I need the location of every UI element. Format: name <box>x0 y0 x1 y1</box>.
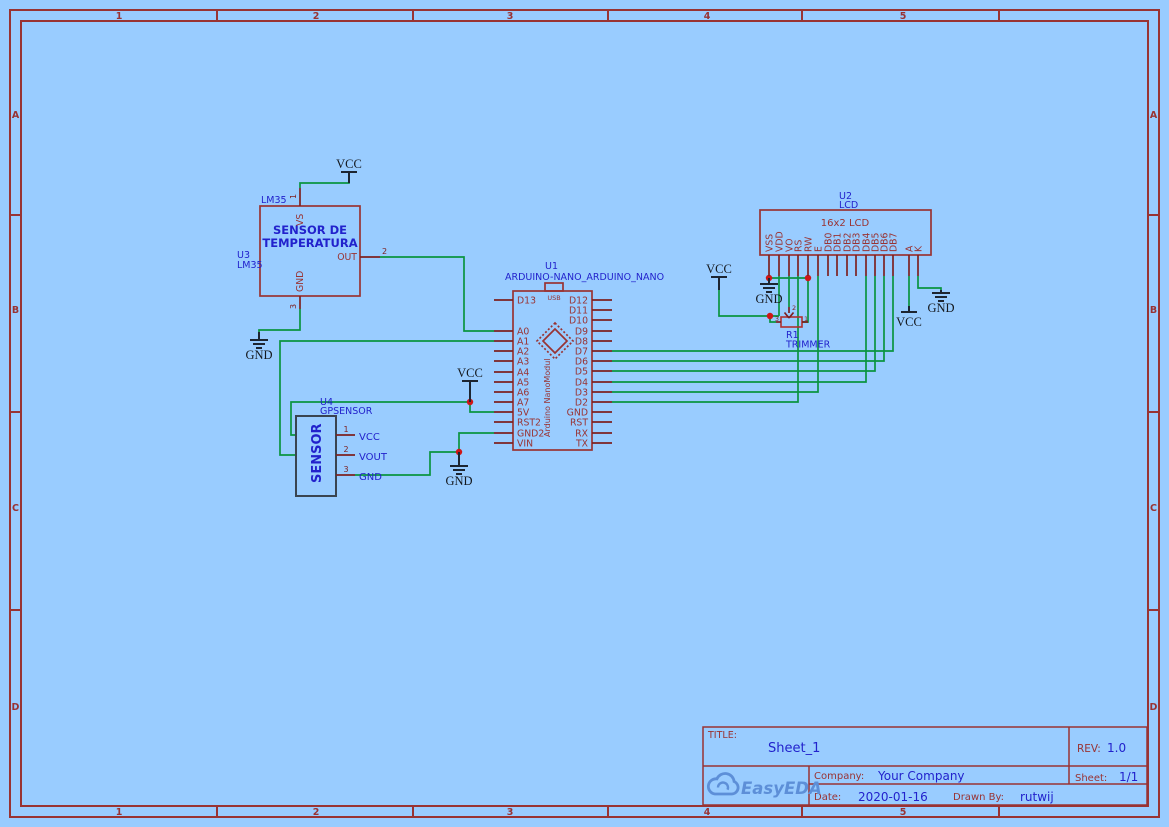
gps-body-label: SENSOR <box>310 423 325 483</box>
lcd-pin-label: DB7 <box>889 232 900 252</box>
frame-column-label: 1 <box>116 807 123 818</box>
frame-column-label: 4 <box>704 807 711 818</box>
arduino-body-label: Arduino NanoModul <box>543 358 552 437</box>
arduino-pin-label: A3 <box>517 356 529 367</box>
arduino-usb-label: USB <box>547 294 560 302</box>
vcc-flag-label: VCC <box>336 157 362 171</box>
arduino-value: ARDUINO-NANO_ARDUINO_NANO <box>505 272 664 283</box>
sheet-title[interactable]: Sheet_1 <box>768 741 820 756</box>
frame-row-label: D <box>12 702 20 713</box>
junction-dot[interactable] <box>766 312 774 320</box>
lm35-value: LM35 <box>237 260 263 271</box>
trimmer-value: TRIMMER <box>785 340 831 351</box>
vcc-flag-label: VCC <box>706 262 732 276</box>
drawn-by-value[interactable]: rutwij <box>1020 790 1054 804</box>
gnd-flag-label: GND <box>445 474 472 488</box>
lm35-pin-name-vs: VS <box>295 214 306 226</box>
gps-pin-num-1: 1 <box>343 425 348 434</box>
frame-row-label: A <box>12 110 20 121</box>
gnd-flag-label: GND <box>927 301 954 315</box>
gps-pin-name-3: GND <box>359 472 382 483</box>
lm35-pin-name-gnd: GND <box>295 271 306 292</box>
arduino-pin-label: RST2 <box>517 417 541 428</box>
gps-pin-name-2: VOUT <box>359 452 388 463</box>
gps-value: GPSENSOR <box>320 406 373 417</box>
frame-row-label: B <box>12 305 19 316</box>
arduino-ref: U1 <box>545 261 558 272</box>
sheet-label: Sheet: <box>1075 773 1107 784</box>
frame-column-label: 4 <box>704 11 711 22</box>
frame-column-label: 2 <box>313 807 320 818</box>
frame-row-label: A <box>1150 110 1158 121</box>
vcc-flag-label: VCC <box>896 315 922 329</box>
arduino-pin-label: D5 <box>575 366 588 377</box>
lm35-title-line1: SENSOR DE <box>273 223 347 237</box>
lm35-pin-name-out: OUT <box>337 252 357 263</box>
gnd-flag-label: GND <box>755 292 782 306</box>
lm35-pin-num-2: 2 <box>382 247 387 256</box>
company-value[interactable]: Your Company <box>877 769 965 783</box>
gps-pin-name-1: VCC <box>359 432 380 443</box>
arduino-pin-label: D13 <box>517 295 536 306</box>
logo-text: EasyEDA <box>741 779 822 798</box>
frame-row-label: B <box>1150 305 1157 316</box>
trimmer-pin-num-1: 1 <box>804 315 808 323</box>
title-label: TITLE: <box>707 730 737 741</box>
frame-column-label: 3 <box>507 807 514 818</box>
trimmer-pin-num-2: 2 <box>792 304 796 312</box>
lm35-top-label: LM35 <box>261 195 287 206</box>
lm35-pin-num-3: 3 <box>289 304 298 309</box>
arduino-pin-label: D10 <box>569 315 588 326</box>
lcd-name: 16x2 LCD <box>821 218 870 229</box>
vcc-flag-label: VCC <box>457 366 483 380</box>
rev-value[interactable]: 1.0 <box>1107 741 1126 755</box>
rev-label: REV: <box>1077 743 1101 755</box>
arduino-pin-label: VIN <box>517 438 533 449</box>
lm35-pin-num-1: 1 <box>289 194 298 199</box>
frame-column-label: 2 <box>313 11 320 22</box>
gps-pin-num-3: 3 <box>343 465 348 474</box>
frame-column-label: 5 <box>900 11 907 22</box>
lcd-value: LCD <box>839 200 858 211</box>
date-value[interactable]: 2020-01-16 <box>858 790 928 804</box>
trimmer-pin-num-3: 3 <box>775 315 779 323</box>
frame-row-label: C <box>1150 503 1157 514</box>
frame-column-label: 1 <box>116 11 123 22</box>
arduino-pin-label: TX <box>575 438 589 449</box>
arduino-pin-label: RST <box>570 417 588 428</box>
lcd-pin-label: K <box>914 245 925 252</box>
frame-column-label: 3 <box>507 11 514 22</box>
lm35-title-line2: TEMPERATURA <box>262 236 357 250</box>
schematic-sheet: 1122334455A AB BC CD D LM35 U3 LM35 SENS… <box>0 0 1169 827</box>
frame-column-label: 5 <box>900 807 907 818</box>
frame-row-label: D <box>1150 702 1158 713</box>
frame-row-label: C <box>12 503 19 514</box>
sheet-value[interactable]: 1/1 <box>1119 770 1138 784</box>
gps-pin-num-2: 2 <box>343 445 348 454</box>
gnd-flag-label: GND <box>245 348 272 362</box>
drawn-by-label: Drawn By: <box>953 792 1004 803</box>
